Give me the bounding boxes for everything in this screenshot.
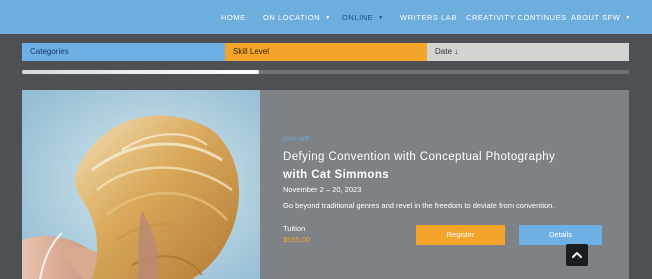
course-title[interactable]: Defying Convention with Conceptual Photo… xyxy=(283,148,613,184)
register-button[interactable]: Register xyxy=(416,225,505,245)
details-button[interactable]: Details xyxy=(519,225,602,245)
nav-item-label: HOME xyxy=(221,13,246,22)
nav-item-label: ONLINE xyxy=(342,13,374,22)
nav-item-label: ABOUT SFW xyxy=(571,13,621,22)
nav-item-home[interactable]: HOME xyxy=(221,0,246,34)
course-dates: November 2 – 20, 2023 xyxy=(283,185,362,194)
categories-filter[interactable]: Categories xyxy=(22,43,225,61)
woman-with-blonde-hair-photo xyxy=(22,90,260,279)
skill-level-filter[interactable]: Skill Level xyxy=(225,43,427,61)
back-to-top-button[interactable] xyxy=(566,244,588,266)
caret-down-icon: ▼ xyxy=(625,15,631,21)
nav-item-label: CREATIVITY CONTINUES xyxy=(466,13,567,22)
nav-item-label: WRITERS LAB xyxy=(400,13,457,22)
nav-item-on-location[interactable]: ON LOCATION ▼ xyxy=(263,0,331,34)
course-category-label: ONLINE xyxy=(283,137,311,143)
nav-item-about-sfw[interactable]: ABOUT SFW ▼ xyxy=(571,0,631,34)
tuition-label: Tuition xyxy=(283,224,306,233)
course-title-text: Defying Convention with Conceptual Photo… xyxy=(283,151,556,163)
chevron-up-icon xyxy=(572,252,582,258)
tuition-price: $595.00 xyxy=(283,235,311,244)
caret-down-icon: ▼ xyxy=(325,15,331,21)
nav-item-creativity-continues[interactable]: CREATIVITY CONTINUES xyxy=(466,0,567,34)
nav-item-writers-lab[interactable]: WRITERS LAB xyxy=(400,0,457,34)
date-sort-filter[interactable]: Date ↓ xyxy=(427,43,629,61)
nav-item-online[interactable]: ONLINE ▼ xyxy=(342,0,384,34)
course-description: Go beyond traditional genres and revel i… xyxy=(283,201,555,210)
featured-course-card: ONLINE Defying Convention with Conceptua… xyxy=(22,90,629,279)
course-instructor: with Cat Simmons xyxy=(283,169,390,181)
nav-item-label: ON LOCATION xyxy=(263,13,321,22)
caret-down-icon: ▼ xyxy=(378,15,384,21)
course-image[interactable] xyxy=(22,90,260,279)
scroll-progress-thumb[interactable] xyxy=(22,70,259,74)
scroll-progress-track[interactable] xyxy=(22,70,629,74)
top-navigation: HOME ON LOCATION ▼ ONLINE ▼ WRITERS LAB CR… xyxy=(0,0,652,34)
filter-bar: Categories Skill Level Date ↓ xyxy=(22,43,629,61)
